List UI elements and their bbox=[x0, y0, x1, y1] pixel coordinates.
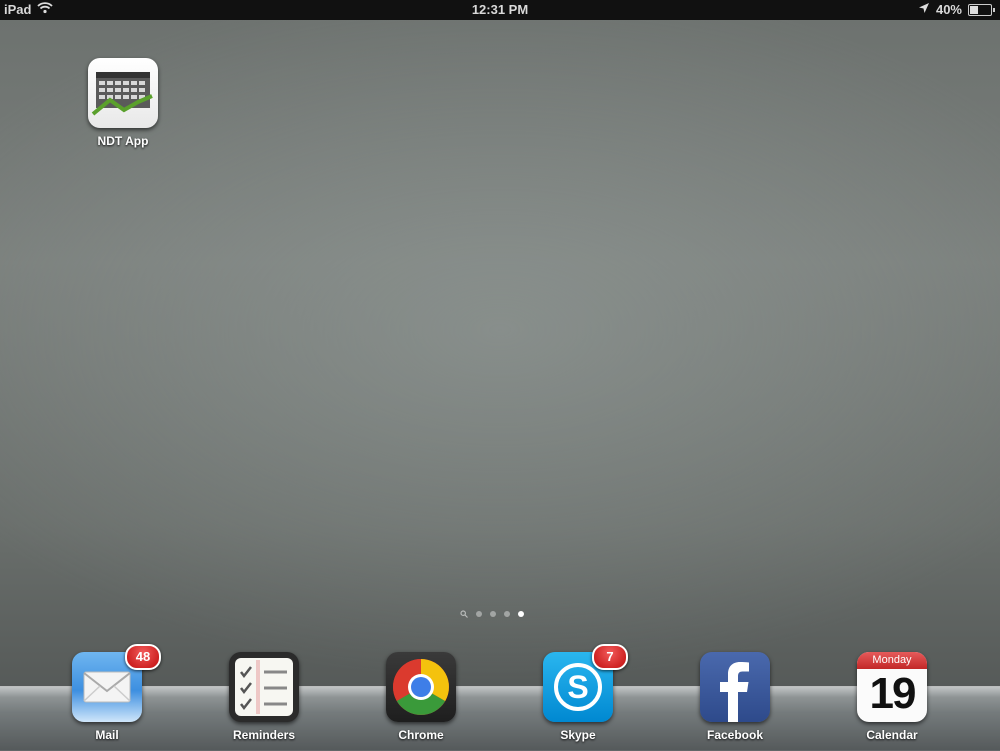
chrome-logo-icon bbox=[386, 652, 456, 722]
app-label: Chrome bbox=[398, 728, 444, 742]
dock-app-chrome[interactable]: Chrome bbox=[371, 652, 471, 742]
ndt-calendar-chart-icon bbox=[88, 58, 158, 128]
dock-app-reminders[interactable]: Reminders bbox=[214, 652, 314, 742]
status-right: 40% bbox=[918, 2, 995, 17]
spotlight-search-icon[interactable] bbox=[460, 610, 468, 618]
location-arrow-icon bbox=[918, 2, 930, 17]
app-label: Facebook bbox=[706, 728, 763, 742]
app-label: NDT App bbox=[97, 134, 149, 148]
facebook-f-icon bbox=[700, 652, 770, 722]
dock-app-facebook[interactable]: Facebook bbox=[685, 652, 785, 742]
svg-text:S: S bbox=[567, 669, 588, 705]
app-label: Skype bbox=[560, 728, 596, 742]
dock-app-skype[interactable]: S 7 Skype bbox=[528, 644, 628, 742]
page-indicator[interactable] bbox=[460, 610, 524, 618]
app-ndt[interactable]: NDT App bbox=[73, 58, 173, 148]
reminders-checklist-icon bbox=[229, 652, 299, 722]
calendar-day: 19 bbox=[869, 669, 917, 718]
dock-app-calendar[interactable]: Monday 19 Calendar bbox=[842, 652, 942, 742]
page-dot-current[interactable] bbox=[518, 611, 524, 617]
status-time: 12:31 PM bbox=[471, 2, 529, 17]
calendar-icon: Monday 19 bbox=[857, 652, 927, 722]
page-dot[interactable] bbox=[476, 611, 482, 617]
status-bar: iPad 12:31 PM 40% bbox=[0, 0, 1000, 20]
battery-icon bbox=[968, 3, 995, 16]
notification-badge: 7 bbox=[592, 644, 628, 670]
app-label: Mail bbox=[95, 728, 119, 742]
notification-badge: 48 bbox=[125, 644, 161, 670]
dock-app-mail[interactable]: 48 Mail bbox=[57, 644, 161, 742]
page-dot[interactable] bbox=[504, 611, 510, 617]
calendar-weekday: Monday bbox=[857, 652, 927, 669]
app-label: Reminders bbox=[232, 728, 296, 742]
battery-percent: 40% bbox=[935, 2, 962, 17]
app-label: Calendar bbox=[866, 728, 918, 742]
page-dot[interactable] bbox=[490, 611, 496, 617]
